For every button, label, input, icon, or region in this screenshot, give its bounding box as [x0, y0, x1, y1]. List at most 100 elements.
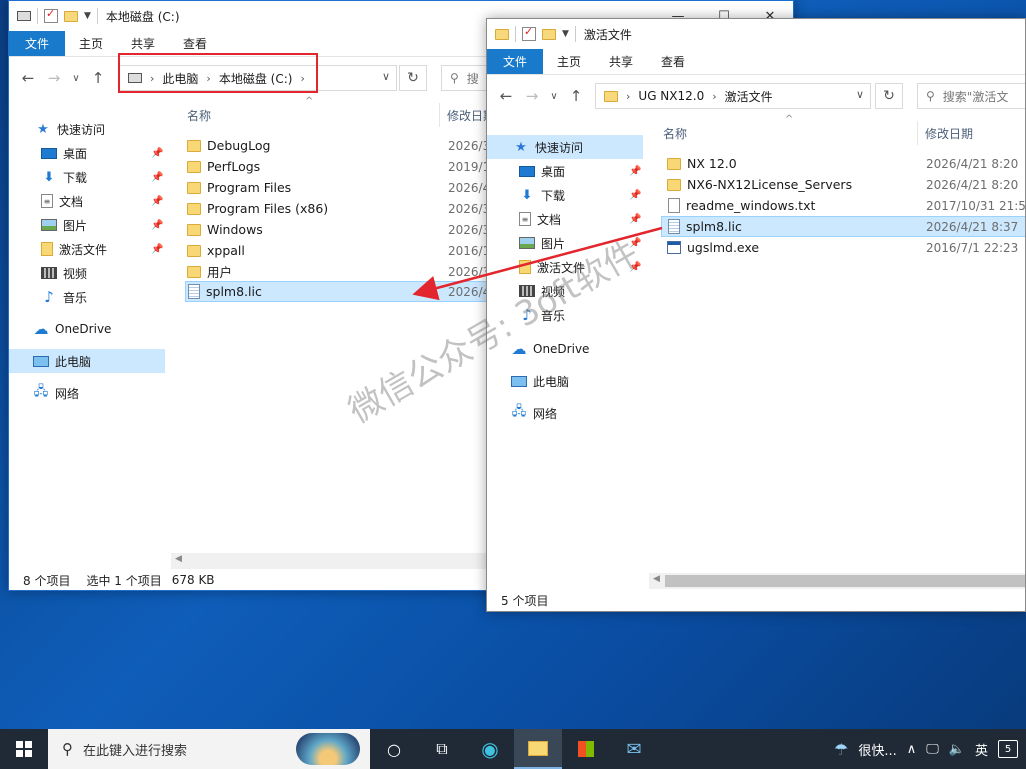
weather-text[interactable]: 很快... [858, 740, 896, 759]
cortana-icon[interactable]: ○ [370, 729, 418, 769]
file-row[interactable]: ugslmd.exe 2016/7/1 22:23 [667, 237, 1025, 258]
up-arrow-icon[interactable]: ↑ [85, 69, 111, 87]
pin-icon[interactable]: 📌 [151, 220, 163, 231]
network-icon: 🖧 [511, 404, 527, 419]
file-row[interactable]: Windows 2026/3 [187, 219, 490, 240]
pin-icon[interactable]: 📌 [151, 196, 163, 207]
back-arrow-icon[interactable]: ← [493, 87, 519, 105]
search-input[interactable]: ⚲ 搜索"激活文 [917, 83, 1025, 109]
mail-icon[interactable]: ✉ [610, 729, 658, 769]
nav-item-desktop[interactable]: 桌面 📌 [41, 141, 169, 165]
forward-arrow-icon[interactable]: → [519, 87, 545, 105]
nav-item-quick-access[interactable]: ★ 快速访问 [487, 135, 643, 159]
edge-browser-icon[interactable]: ◉ [466, 729, 514, 769]
input-method-indicator[interactable]: 英 [975, 740, 988, 759]
file-row[interactable]: PerfLogs 2019/1 [187, 156, 490, 177]
chevron-down-icon[interactable]: ▼ [84, 11, 91, 21]
start-button[interactable] [0, 729, 48, 769]
scroll-left-icon[interactable]: ◀ [653, 574, 660, 584]
pin-icon[interactable]: 📌 [629, 214, 641, 225]
tab-view[interactable]: 查看 [647, 49, 699, 74]
pin-icon[interactable]: 📌 [151, 148, 163, 159]
nav-item-documents[interactable]: ≡ 文档 📌 [41, 189, 169, 213]
column-header-name[interactable]: 名称 [187, 103, 437, 127]
column-header-date[interactable]: 修改日期 [925, 121, 1015, 145]
address-dropdown-icon[interactable]: ∨ [856, 88, 864, 101]
scrollbar-thumb[interactable] [665, 575, 1025, 587]
weather-icon[interactable]: ☂ [834, 740, 848, 759]
notification-center-icon[interactable]: 5 [998, 740, 1018, 758]
nav-item-music[interactable]: ♪ 音乐 [41, 285, 169, 309]
task-view-icon[interactable]: ⧉ [418, 729, 466, 769]
nav-item-documents[interactable]: ≡ 文档 📌 [519, 207, 647, 231]
recent-chevron-icon[interactable]: ∨ [545, 91, 563, 102]
nav-item-downloads[interactable]: ⬇ 下载 📌 [519, 183, 647, 207]
folder-icon [667, 178, 681, 191]
file-row[interactable]: readme_windows.txt 2017/10/31 21:51 [667, 195, 1025, 216]
tab-file[interactable]: 文件 [487, 49, 544, 74]
column-divider[interactable] [439, 103, 440, 127]
breadcrumb-ug-nx[interactable]: UG NX12.0 [638, 89, 704, 103]
column-divider[interactable] [917, 121, 918, 145]
properties-icon[interactable] [44, 7, 58, 23]
chevron-down-icon[interactable]: ▼ [562, 29, 569, 39]
nav-item-this-pc[interactable]: 此电脑 [9, 349, 165, 373]
tab-home[interactable]: 主页 [65, 31, 117, 56]
title-bar[interactable]: ▼ 激活文件 [487, 19, 1025, 49]
new-folder-icon[interactable] [64, 10, 78, 22]
file-row[interactable]: 用户 2026/3 [187, 261, 490, 282]
tab-file[interactable]: 文件 [9, 31, 66, 56]
nav-item-quick-access[interactable]: ★ 快速访问 [35, 117, 169, 141]
ribbon-tabs: 文件 主页 共享 查看 [487, 49, 1025, 75]
window-title: 本地磁盘 (C:) [105, 9, 180, 24]
file-row[interactable]: Program Files 2026/4 [187, 177, 490, 198]
back-arrow-icon[interactable]: ← [15, 69, 41, 87]
nav-item-network[interactable]: 🖧 网络 [511, 401, 647, 425]
desktop-icon [41, 147, 57, 159]
horizontal-scrollbar[interactable]: ◀ [171, 553, 501, 569]
file-row[interactable]: DebugLog 2026/3 [187, 135, 490, 156]
nav-item-pictures[interactable]: 图片 📌 [41, 213, 169, 237]
pin-icon[interactable]: 📌 [629, 190, 641, 201]
nav-item-activation-files[interactable]: 激活文件 📌 [41, 237, 169, 261]
recent-chevron-icon[interactable]: ∨ [67, 73, 85, 84]
file-row-selected[interactable]: splm8.lic 2026/4 [185, 281, 490, 302]
nav-item-onedrive[interactable]: ☁ OneDrive [33, 317, 169, 341]
file-explorer-icon[interactable] [514, 729, 562, 769]
horizontal-scrollbar[interactable]: ◀ [649, 573, 1025, 589]
chevron-right-icon[interactable]: › [626, 90, 630, 103]
chevron-right-icon[interactable]: › [712, 90, 716, 103]
file-row[interactable]: NX6-NX12License_Servers 2026/4/21 8:20 [667, 174, 1025, 195]
new-folder-icon[interactable] [542, 28, 556, 40]
pin-icon[interactable]: 📌 [629, 166, 641, 177]
tab-share[interactable]: 共享 [595, 49, 647, 74]
file-row[interactable]: xppall 2016/1 [187, 240, 490, 261]
nav-item-downloads[interactable]: ⬇ 下载 📌 [41, 165, 169, 189]
store-icon[interactable] [562, 729, 610, 769]
breadcrumb-activation-files[interactable]: 激活文件 [725, 88, 773, 105]
chevron-up-icon[interactable]: ∧ [907, 742, 917, 757]
refresh-button[interactable]: ↻ [875, 83, 903, 109]
file-row-selected[interactable]: splm8.lic 2026/4/21 8:37 [661, 216, 1025, 237]
refresh-button[interactable]: ↻ [399, 65, 427, 91]
network-status-icon[interactable]: 🖵 [926, 742, 939, 757]
address-dropdown-icon[interactable]: ∨ [382, 70, 390, 83]
file-row[interactable]: Program Files (x86) 2026/3 [187, 198, 490, 219]
nav-item-videos[interactable]: 视频 [41, 261, 169, 285]
up-arrow-icon[interactable]: ↑ [563, 87, 589, 105]
tab-home[interactable]: 主页 [543, 49, 595, 74]
address-bar[interactable]: › UG NX12.0 › 激活文件 ∨ [595, 83, 871, 109]
forward-arrow-icon[interactable]: → [41, 69, 67, 87]
volume-icon[interactable]: 🔈 [949, 742, 965, 757]
nav-item-this-pc[interactable]: 此电脑 [511, 369, 647, 393]
file-row[interactable]: NX 12.0 2026/4/21 8:20 [667, 153, 1025, 174]
column-header-name[interactable]: 名称 [663, 121, 913, 145]
nav-item-network[interactable]: 🖧 网络 [33, 381, 169, 405]
scroll-left-icon[interactable]: ◀ [175, 554, 182, 564]
pin-icon[interactable]: 📌 [151, 244, 163, 255]
nav-item-desktop[interactable]: 桌面 📌 [519, 159, 647, 183]
taskbar-search-input[interactable]: ⚲ 在此键入进行搜索 [48, 729, 370, 769]
nav-item-onedrive[interactable]: ☁ OneDrive [511, 337, 647, 361]
pin-icon[interactable]: 📌 [151, 172, 163, 183]
properties-icon[interactable] [522, 25, 536, 41]
